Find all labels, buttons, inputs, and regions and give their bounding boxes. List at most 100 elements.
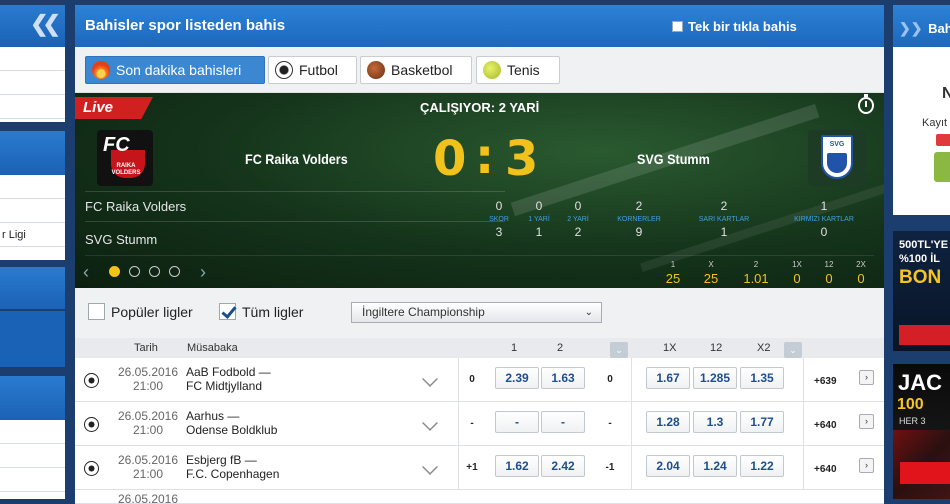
handicap-away: 0 [607,374,613,385]
more-markets-count[interactable]: +640 [814,420,837,431]
odd-button-x2[interactable]: 1.35 [740,367,784,389]
register-button[interactable] [934,152,950,182]
chevron-down-icon[interactable] [422,415,438,431]
tab-football[interactable]: Futbol [268,56,357,84]
match-teams[interactable]: AaB Fodbold — FC Midtjylland [186,365,271,393]
table-row: 26.05.2016 21:00 Esbjerg fB — F.C. Copenha… [75,446,884,490]
left-list-item[interactable] [0,47,65,71]
all-leagues-checkbox[interactable] [219,303,236,320]
match-date: 26.05.2016 21:00 [117,365,179,393]
left-list-item[interactable] [0,199,65,223]
col-match: Müsabaka [187,342,238,354]
live-badge: Live [75,97,153,119]
left-list-item[interactable] [0,420,65,444]
left-list-item[interactable] [0,468,65,492]
league-select[interactable]: İngiltere Championship ⌄ [351,302,602,323]
match-teams[interactable]: Aarhus — Odense Boldklub [186,409,277,437]
col-date: Tarih [134,342,158,354]
tab-label: Futbol [299,62,338,78]
col-2: 2 [557,342,564,354]
odd-button-1x[interactable]: 1.67 [646,367,690,389]
carousel-dot[interactable] [149,266,160,277]
live-odd-1[interactable]: 1 25 [653,260,693,286]
left-list-item[interactable] [0,95,65,119]
left-section-header[interactable] [0,311,65,367]
left-section-header[interactable] [0,131,65,175]
right-login-panel: N Kayıt [893,47,950,215]
carousel-prev-icon[interactable]: ‹ [83,262,89,283]
stats-home-name: FC Raika Volders [85,199,187,214]
odd-button-2[interactable]: 2.42 [541,455,585,477]
odd-button-1x[interactable]: 1.28 [646,411,690,433]
tennis-ball-icon [483,61,501,79]
expand-chevron-down-icon[interactable]: ⌄ [784,342,802,358]
match-date: 26.05.2016 21:00 [117,453,179,481]
tab-live-bets[interactable]: Son dakika bahisleri [85,56,265,84]
away-team-logo: SVG [808,130,866,186]
basketball-icon [367,61,385,79]
away-team-name: SVG Stumm [637,151,710,167]
left-section-header[interactable] [0,376,65,420]
odds-table-header: Tarih Müsabaka 1 2 ⌄ 1X 12 X2 ⌄ [75,338,884,358]
odd-button-x2[interactable]: 1.22 [740,455,784,477]
football-icon [84,373,99,388]
expand-chevron-down-icon[interactable]: ⌄ [610,342,628,358]
live-odd-2[interactable]: 2 1.01 [736,260,776,286]
tab-tennis[interactable]: Tenis [476,56,560,84]
carousel-next-icon[interactable]: › [200,262,206,283]
main-panel: Bahisler spor listeden bahis Tek bir tık… [75,5,884,504]
odd-button-x2[interactable]: 1.77 [740,411,784,433]
promo-banner-bonus[interactable]: 500TL'YE %100 İL BON [893,231,950,351]
collapse-double-chevron-left-icon[interactable]: ❮❮ [30,11,61,37]
popular-leagues-checkbox[interactable] [88,303,105,320]
football-icon [84,417,99,432]
live-odd-x2[interactable]: 2X 0 [841,260,881,286]
right-header-title: Bahi [928,21,950,36]
chevron-down-icon[interactable] [422,459,438,475]
match-date: 26.05.2016 21:00 [117,409,179,437]
stat-corners: 2 KORNERLER 9 [617,199,661,239]
odd-button-12[interactable]: 1.285 [693,367,737,389]
left-list-item[interactable] [0,444,65,468]
carousel-dot[interactable] [109,266,120,277]
odd-button-1x[interactable]: 2.04 [646,455,690,477]
chevron-right-icon[interactable]: › [859,414,874,429]
left-section-header[interactable] [0,267,65,309]
football-icon [275,61,293,79]
live-odd-x[interactable]: X 25 [691,260,731,286]
col-1: 1 [511,342,518,354]
odd-button-12[interactable]: 1.24 [693,455,737,477]
table-row: 26.05.2016 21:00 Aarhus — Odense Boldklub … [75,402,884,446]
chevron-down-icon[interactable] [422,371,438,387]
odd-button-12[interactable]: 1.3 [693,411,737,433]
one-click-checkbox[interactable] [672,21,683,32]
one-click-bet-toggle[interactable]: Tek bir tıkla bahis [672,19,797,34]
left-list-item[interactable] [0,71,65,95]
handicap-home: 0 [469,374,475,385]
odd-button-2[interactable]: 1.63 [541,367,585,389]
promo-banner-jackpot[interactable]: JAC 100 HER 3 [893,364,950,499]
chevron-right-icon[interactable]: › [859,370,874,385]
odd-button-1[interactable]: - [495,411,539,433]
live-scoreboard[interactable]: Live ÇALIŞIYOR: 2 YARİ FC RAIKA VOLDERS … [75,93,884,288]
carousel-dot[interactable] [169,266,180,277]
odd-button-2[interactable]: - [541,411,585,433]
match-teams[interactable]: Esbjerg fB — F.C. Copenhagen [186,453,279,481]
carousel-dot[interactable] [129,266,140,277]
left-list-item-league[interactable]: r Ligi [0,223,65,247]
col-12: 12 [710,342,723,354]
odd-button-1[interactable]: 1.62 [495,455,539,477]
tab-basketball[interactable]: Basketbol [360,56,472,84]
col-1x: 1X [663,342,677,354]
chevron-right-icon[interactable]: › [859,458,874,473]
more-markets-count[interactable]: +640 [814,464,837,475]
stats-away-name: SVG Stumm [85,232,158,247]
left-list-item[interactable] [0,175,65,199]
table-row: 26.05.2016 21:00 AaB Fodbold — FC Midtjyll… [75,358,884,402]
one-click-label: Tek bir tıkla bahis [688,19,797,34]
register-link[interactable] [936,134,950,146]
more-markets-count[interactable]: +639 [814,376,837,387]
double-chevron-right-icon[interactable]: ❯❯ [899,20,922,36]
odd-button-1[interactable]: 2.39 [495,367,539,389]
right-panel-initial: N [942,85,950,102]
